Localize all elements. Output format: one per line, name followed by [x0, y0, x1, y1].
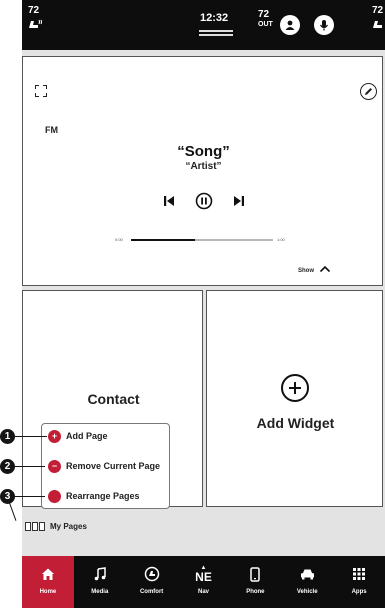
- nav-nav[interactable]: ▲ NE Nav: [178, 556, 230, 608]
- page-indicator-icon: [25, 522, 31, 531]
- artist-name: “Artist”: [185, 161, 222, 172]
- outside-label: OUT: [258, 21, 273, 28]
- total-time: 1:00: [277, 237, 285, 242]
- page-indicator-icon: [32, 522, 38, 531]
- contact-label: Contact: [87, 391, 140, 407]
- add-widget-label: Add Widget: [256, 415, 335, 431]
- callout-2: 2: [0, 459, 15, 474]
- show-label[interactable]: Show: [298, 268, 314, 274]
- rearrange-pages-item[interactable]: Rearrange Pages: [48, 488, 140, 504]
- remove-page-item[interactable]: − Remove Current Page: [48, 458, 160, 474]
- nav-label: Comfort: [139, 589, 164, 595]
- outside-temp: 72: [258, 9, 270, 20]
- media-widget[interactable]: FM “Song” “Artist” 0:00 1:00 Show: [22, 56, 383, 286]
- plus-circle-icon[interactable]: [281, 374, 309, 402]
- heated-seat-icon[interactable]: [372, 19, 384, 32]
- nav-media[interactable]: Media: [74, 556, 126, 608]
- music-note-icon: [93, 559, 107, 589]
- nav-home[interactable]: Home: [22, 556, 74, 608]
- microphone-icon: [320, 20, 328, 31]
- callout-1: 1: [0, 429, 15, 444]
- home-page: FM “Song” “Artist” 0:00 1:00 Show Contac…: [22, 50, 385, 556]
- nav-label: Vehicle: [296, 589, 318, 595]
- nav-label: Apps: [351, 589, 367, 595]
- my-pages-label: My Pages: [50, 522, 87, 531]
- voice-button[interactable]: [314, 15, 334, 35]
- pause-icon[interactable]: [194, 191, 214, 211]
- nav-label: Phone: [246, 589, 265, 595]
- nav-label: Nav: [198, 589, 210, 595]
- car-icon: [300, 559, 315, 589]
- add-icon: +: [48, 429, 61, 443]
- song-title: “Song”: [177, 143, 230, 160]
- progress-fill: [131, 239, 195, 241]
- nav-vehicle[interactable]: Vehicle: [281, 556, 333, 608]
- callout-leader: [14, 496, 45, 497]
- menu-item-label: Add Page: [66, 431, 108, 441]
- heading-label: NE: [195, 570, 212, 584]
- callout-3: 3: [0, 489, 15, 504]
- callout-leader: [9, 502, 17, 521]
- driver-temp[interactable]: 72: [28, 6, 39, 16]
- add-widget-tile[interactable]: Add Widget: [206, 290, 383, 507]
- rearrange-icon: [48, 489, 61, 503]
- edit-icon[interactable]: [360, 83, 377, 100]
- comfort-icon: [144, 559, 160, 589]
- callout-leader: [14, 436, 47, 437]
- phone-icon: [250, 559, 261, 589]
- add-page-item[interactable]: + Add Page: [48, 428, 108, 444]
- home-icon: [41, 559, 55, 589]
- clock-underline: [199, 34, 233, 36]
- page-menu: + Add Page − Remove Current Page Rearran…: [41, 423, 170, 509]
- playback-controls: [159, 191, 249, 211]
- nav-phone[interactable]: Phone: [229, 556, 281, 608]
- expand-icon[interactable]: [35, 85, 47, 97]
- clock: 12:32: [200, 12, 229, 24]
- remove-icon: −: [48, 459, 61, 473]
- status-bar: 72 12:32 72 OUT 72: [22, 0, 385, 50]
- next-track-icon[interactable]: [229, 191, 249, 211]
- previous-track-icon[interactable]: [159, 191, 179, 211]
- elapsed-time: 0:00: [115, 237, 123, 242]
- nav-apps[interactable]: Apps: [333, 556, 385, 608]
- menu-item-label: Rearrange Pages: [66, 491, 140, 501]
- heated-seat-icon[interactable]: [28, 19, 44, 32]
- menu-item-label: Remove Current Page: [66, 461, 161, 471]
- radio-band: FM: [45, 125, 58, 135]
- passenger-temp[interactable]: 72: [372, 6, 383, 16]
- nav-label: Media: [91, 589, 109, 595]
- bottom-nav: Home Media Comfort ▲ NE Nav Phone Vehicle: [22, 556, 385, 608]
- nav-label: Home: [39, 589, 57, 595]
- driver-profile-icon: [285, 20, 295, 30]
- apps-grid-icon: [353, 559, 366, 589]
- driver-profile-button[interactable]: [280, 15, 300, 35]
- clock-underline: [199, 30, 233, 32]
- page-indicator-icon: [39, 522, 45, 531]
- compass-icon: ▲ NE: [195, 565, 212, 584]
- nav-comfort[interactable]: Comfort: [126, 556, 178, 608]
- progress-bar[interactable]: [131, 239, 273, 241]
- chevron-up-icon[interactable]: [319, 264, 331, 274]
- my-pages-button[interactable]: My Pages: [25, 522, 87, 531]
- callout-leader: [14, 466, 45, 467]
